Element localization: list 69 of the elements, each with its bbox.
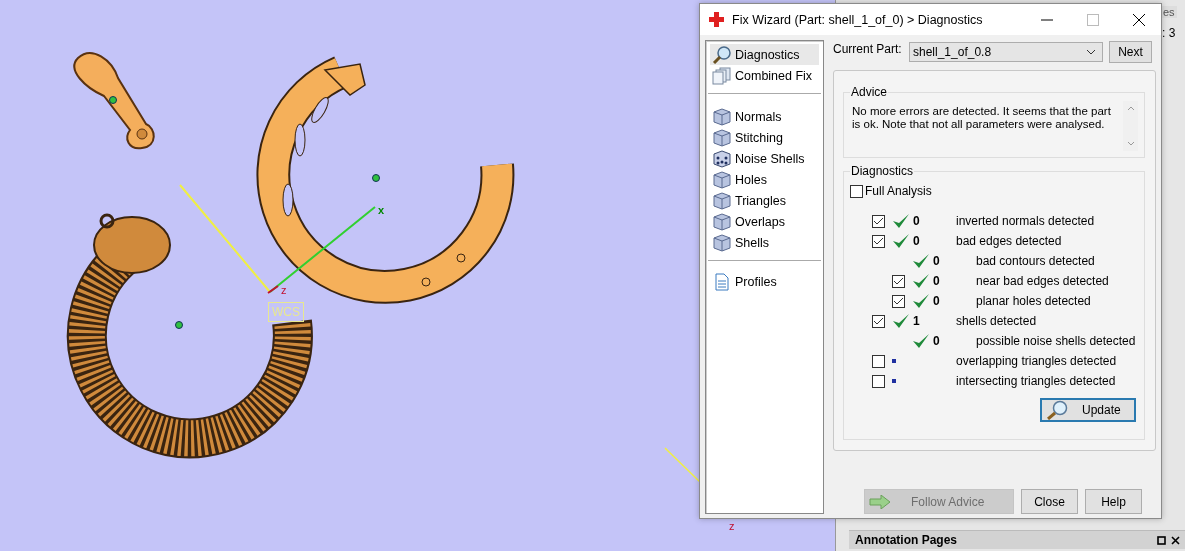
checkbox[interactable] [872, 234, 885, 248]
checkbox[interactable] [892, 274, 905, 288]
part-dropdown[interactable]: shell_1_of_0.8 [909, 42, 1103, 62]
sidebar-item[interactable]: Normals [710, 106, 819, 127]
checkbox[interactable] [872, 354, 885, 368]
checkbox-label: Full Analysis [865, 184, 932, 198]
footer-button[interactable]: Help [1085, 489, 1142, 514]
document-icon [712, 272, 732, 291]
check-label: near bad edges detected [976, 274, 1109, 288]
group-title: Advice [850, 85, 889, 99]
count-value: 0 [933, 334, 940, 348]
wcs-label: WCS [268, 302, 304, 322]
footer-button[interactable]: Close [1021, 489, 1078, 514]
axis-label: z [729, 521, 735, 532]
cube-icon [712, 233, 732, 252]
cube-icon [712, 107, 732, 126]
check-label: inverted normals detected [956, 214, 1095, 228]
check-label: planar holes detected [976, 294, 1091, 308]
check-label: shells detected [956, 314, 1037, 328]
checkbox[interactable] [850, 184, 863, 198]
cube-icon [712, 128, 732, 147]
axis-line [664, 447, 700, 483]
checkbox[interactable] [872, 374, 885, 388]
sidebar-item[interactable]: Combined Fix [710, 65, 819, 86]
cube-icon [712, 212, 732, 231]
chevron-down-icon [1086, 49, 1096, 55]
sidebar-item[interactable]: Stitching [710, 127, 819, 148]
count-value: 0 [933, 254, 940, 268]
axis-label: x [378, 205, 385, 216]
panel-title: Annotation Pages [855, 533, 957, 547]
arrow-right-icon [869, 494, 891, 509]
field-label: Current Part: [833, 41, 903, 56]
checkbox[interactable] [872, 214, 885, 228]
close-icon[interactable] [1133, 13, 1145, 26]
update-button[interactable]: Update [1040, 398, 1136, 422]
next-button[interactable]: Next [1109, 41, 1152, 63]
count-value: 0 [933, 274, 940, 288]
sidebar-item[interactable]: Holes [710, 169, 819, 190]
sidebar-item[interactable]: Diagnostics [710, 44, 819, 65]
count-label: : 3 [1162, 26, 1176, 40]
maximize-icon[interactable] [1157, 535, 1166, 545]
check-label: overlapping triangles detected [956, 354, 1117, 368]
sidebar-item[interactable]: Noise Shells [710, 148, 819, 169]
cube-icon [712, 170, 732, 189]
check-label: intersecting triangles detected [956, 374, 1116, 388]
check-label: bad edges detected [956, 234, 1062, 248]
count-value: 0 [933, 294, 940, 308]
count-value: 1 [913, 314, 920, 328]
advice-text: No more errors are detected. It seems that the part is ok. Note that not all parameters were analysed. [851, 104, 1112, 132]
check-label: possible noise shells detected [976, 334, 1136, 348]
search-icon [712, 45, 732, 64]
sidebar-item[interactable]: Shells [710, 232, 819, 253]
close-icon[interactable] [1171, 535, 1180, 545]
count-value: 0 [913, 214, 920, 228]
cross-icon [709, 12, 724, 27]
count-value: 0 [913, 234, 920, 248]
checkbox[interactable] [892, 294, 905, 308]
search-icon [1046, 400, 1068, 420]
group-title: Diagnostics [850, 164, 915, 178]
window-title: Fix Wizard (Part: shell_1_of_0) > Diagnostics [732, 12, 984, 27]
checkbox[interactable] [872, 314, 885, 328]
cube-icon [712, 191, 732, 210]
sidebar-item[interactable]: Triangles [710, 190, 819, 211]
check-label: bad contours detected [976, 254, 1095, 268]
sidebar-item[interactable]: Profiles [710, 271, 819, 292]
sidebar-item[interactable]: Overlaps [710, 211, 819, 232]
dice-icon [712, 149, 732, 168]
cubes-icon [712, 66, 732, 85]
axis-label: z [281, 285, 287, 296]
